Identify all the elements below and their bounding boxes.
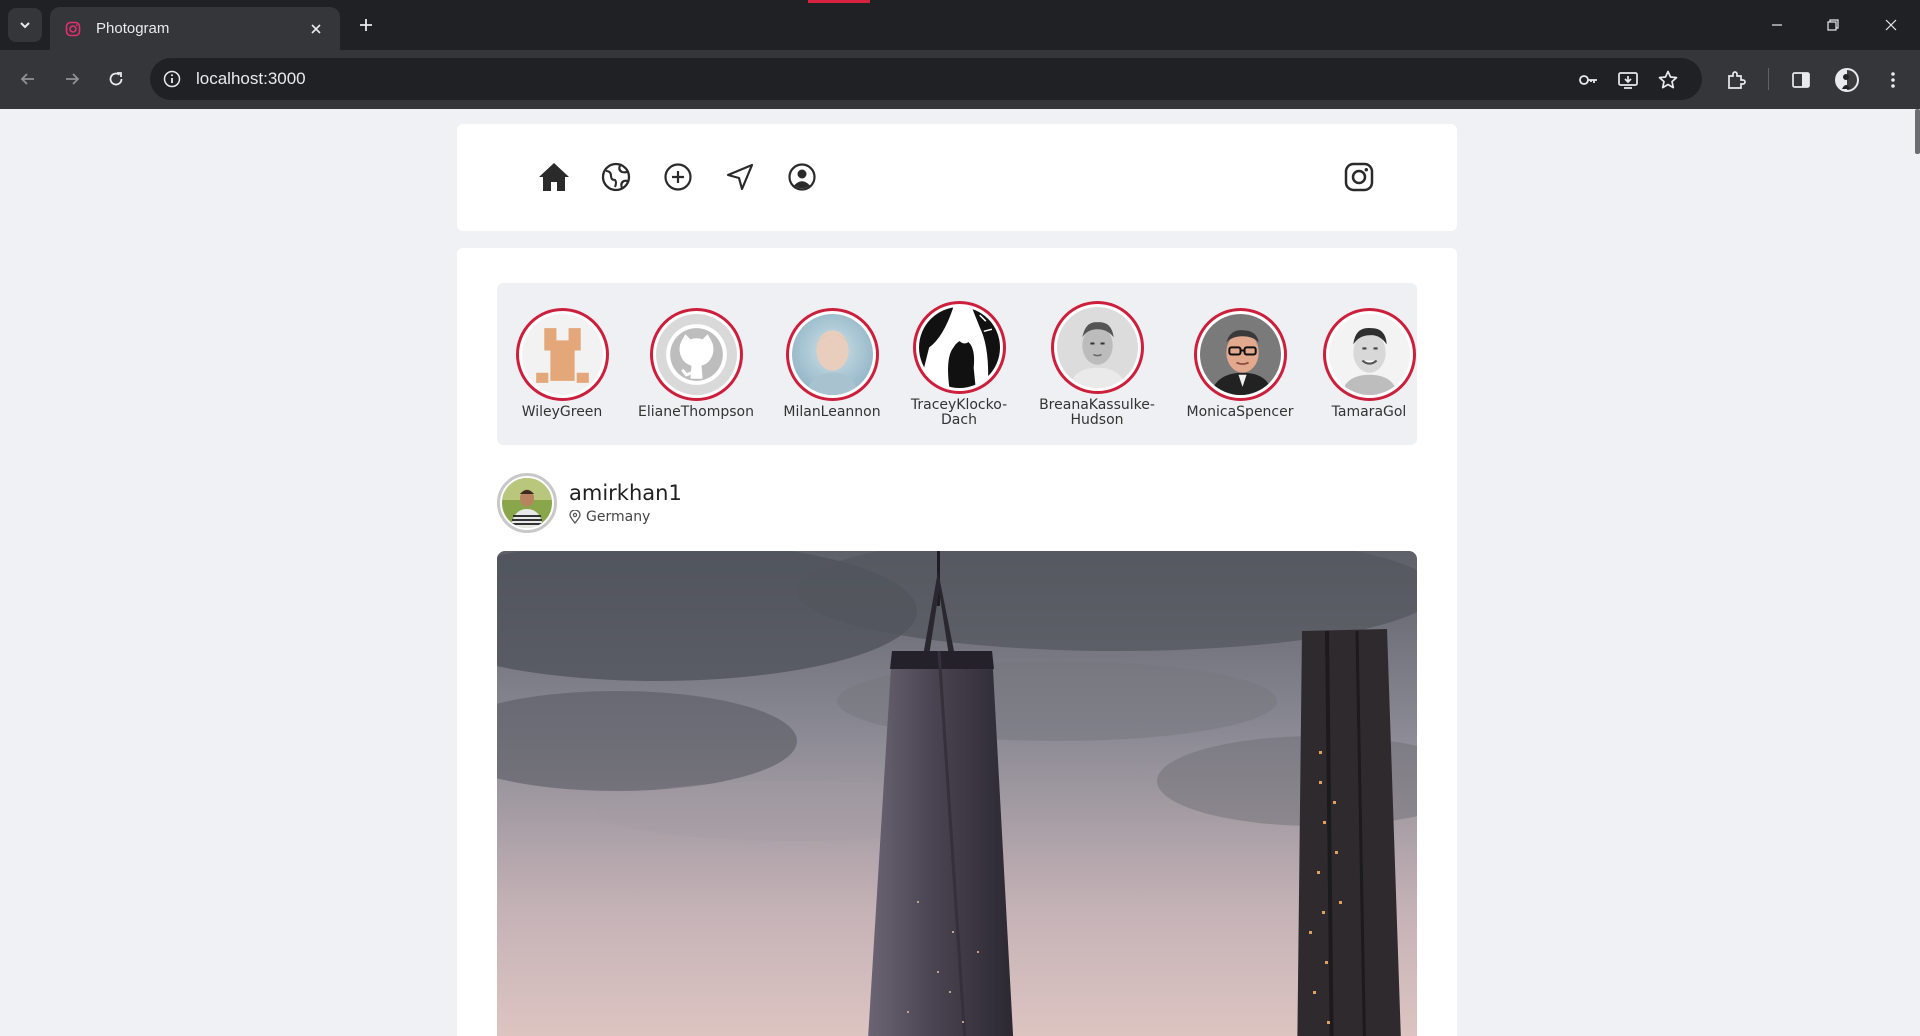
- avatar: [502, 478, 552, 528]
- story-username: BreanaKassulke-Hudson: [1039, 397, 1155, 428]
- url-text: localhost:3000: [196, 69, 306, 88]
- story-ring: [912, 301, 1006, 394]
- avatar: [1328, 314, 1410, 395]
- story-username: TraceyKlocko-Dach: [910, 397, 1008, 428]
- story-item[interactable]: MonicaSpencer: [1178, 308, 1302, 420]
- restore-icon: [1827, 19, 1839, 31]
- restore-button[interactable]: [1818, 10, 1848, 40]
- puzzle-icon: [1728, 71, 1746, 89]
- story-username: MilanLeannon: [783, 404, 881, 420]
- story-item[interactable]: TamaraGol: [1307, 308, 1417, 420]
- story-item[interactable]: MilanLeannon: [770, 308, 894, 420]
- avatar: [1199, 314, 1281, 395]
- site-info-icon[interactable]: [162, 69, 182, 89]
- story-ring: [1322, 308, 1416, 401]
- home-icon[interactable]: [535, 158, 573, 196]
- close-window-button[interactable]: [1876, 10, 1906, 40]
- tab-title: Photogram: [96, 20, 170, 37]
- arrow-right-icon: [66, 73, 80, 85]
- bookmark-star-icon[interactable]: [1656, 68, 1680, 92]
- password-key-icon[interactable]: [1576, 68, 1600, 92]
- toolbar-divider: [1768, 68, 1769, 90]
- install-app-icon[interactable]: [1616, 68, 1640, 92]
- app-navbar: [457, 124, 1457, 231]
- browser-toolbar: localhost:3000: [0, 50, 1920, 109]
- profile-avatar[interactable]: [1833, 66, 1861, 94]
- post-photo: [497, 551, 1417, 1036]
- avatar: [1056, 307, 1138, 388]
- post-location-text: Germany: [586, 509, 651, 525]
- page-viewport: WileyGreen ElianeThompson MilanLeannon T…: [0, 109, 1920, 1036]
- story-username: ElianeThompson: [638, 404, 754, 420]
- post-author-avatar[interactable]: [497, 473, 557, 533]
- feed-card: WileyGreen ElianeThompson MilanLeannon T…: [457, 248, 1457, 1036]
- user-circle-icon[interactable]: [783, 158, 821, 196]
- recording-indicator: [808, 0, 870, 3]
- side-panel-icon: [1792, 72, 1810, 88]
- close-tab-icon[interactable]: [306, 19, 326, 39]
- minimize-icon: [1772, 24, 1782, 26]
- send-icon[interactable]: [721, 158, 759, 196]
- story-ring: [1050, 301, 1144, 394]
- reload-icon: [109, 72, 123, 86]
- instagram-icon[interactable]: [1340, 158, 1378, 196]
- post-location[interactable]: Germany: [569, 509, 650, 525]
- story-ring: [785, 308, 879, 401]
- story-ring: [649, 308, 743, 401]
- avatar: [655, 314, 737, 395]
- tab-search-button[interactable]: [8, 8, 42, 42]
- story-username: MonicaSpencer: [1186, 404, 1294, 420]
- story-username: TamaraGol: [1331, 404, 1407, 420]
- post-image[interactable]: [497, 551, 1417, 1036]
- post-username[interactable]: amirkhan1: [569, 481, 682, 505]
- post-header: amirkhan1 Germany: [497, 473, 897, 533]
- side-panel-button[interactable]: [1787, 66, 1815, 94]
- arrow-left-icon: [20, 73, 34, 85]
- story-username: WileyGreen: [521, 404, 603, 420]
- instagram-favicon-icon: [64, 20, 82, 38]
- scrollbar[interactable]: [1915, 109, 1920, 154]
- profile-icon: [1835, 68, 1859, 92]
- chevron-down-icon: [20, 22, 30, 29]
- avatar: [521, 314, 603, 395]
- address-bar[interactable]: localhost:3000: [150, 58, 1702, 100]
- forward-button[interactable]: [56, 63, 88, 95]
- globe-icon[interactable]: [597, 158, 635, 196]
- browser-tab[interactable]: Photogram: [50, 7, 340, 50]
- extensions-button[interactable]: [1722, 66, 1750, 94]
- add-circle-icon[interactable]: [659, 158, 697, 196]
- story-item[interactable]: ElianeThompson: [634, 308, 758, 420]
- back-button[interactable]: [12, 63, 44, 95]
- browser-tab-strip: Photogram: [0, 0, 1920, 50]
- avatar: [791, 314, 873, 395]
- plus-icon: [360, 19, 372, 31]
- story-item[interactable]: WileyGreen: [500, 308, 624, 420]
- minimize-button[interactable]: [1762, 10, 1792, 40]
- story-item[interactable]: TraceyKlocko-Dach: [897, 301, 1021, 428]
- new-tab-button[interactable]: [352, 11, 380, 39]
- story-item[interactable]: BreanaKassulke-Hudson: [1035, 301, 1159, 428]
- story-ring: [1193, 308, 1287, 401]
- reload-button[interactable]: [100, 63, 132, 95]
- story-ring: [515, 308, 609, 401]
- stories-bar[interactable]: WileyGreen ElianeThompson MilanLeannon T…: [497, 283, 1417, 445]
- avatar: [918, 307, 1000, 388]
- browser-menu-button[interactable]: [1879, 66, 1907, 94]
- kebab-menu-icon: [1891, 72, 1895, 88]
- map-pin-icon: [569, 510, 581, 524]
- close-icon: [1885, 19, 1897, 31]
